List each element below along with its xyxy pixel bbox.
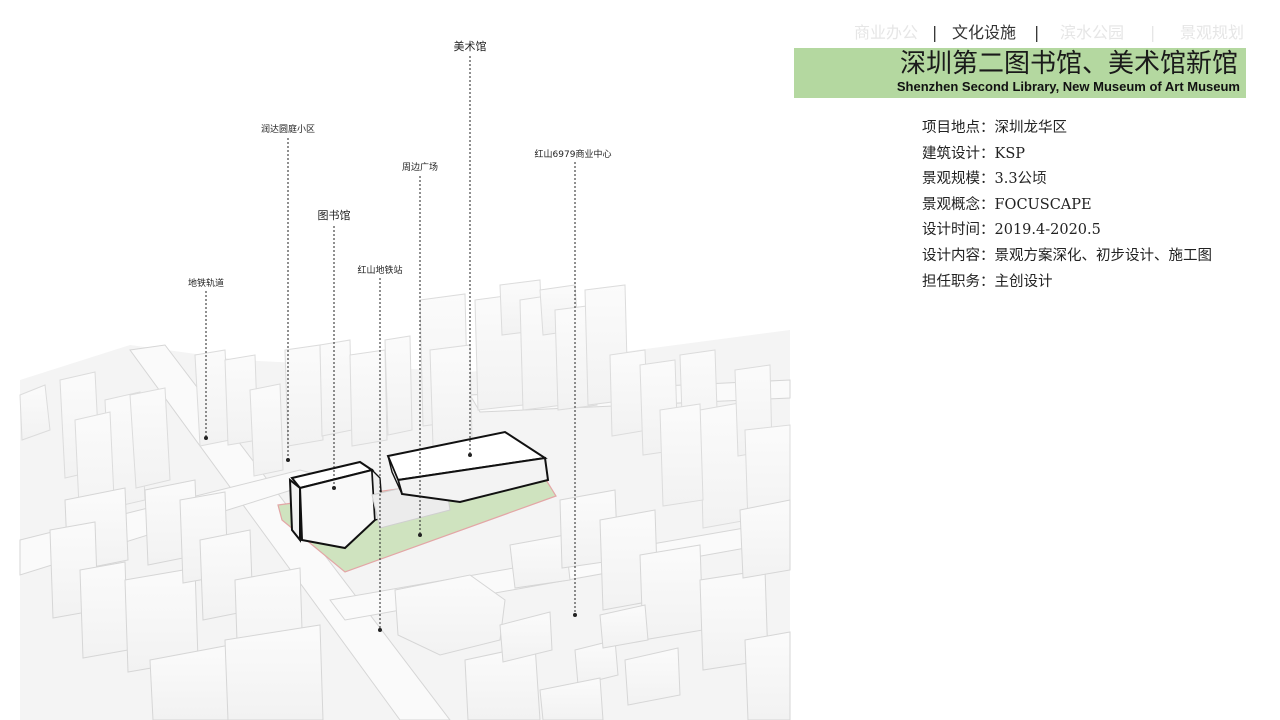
info-row-time: 设计时间：2019.4-2020.5 [922,222,1101,239]
info-row-concept: 景观概念：FOCUSCAPE [922,196,1092,213]
leader-dot [286,458,290,462]
info-row-scale: 景观规模：3.3公顷 [922,171,1047,188]
info-row-role: 担任职务：主创设计 [922,273,1053,290]
nav-separator: | [932,23,938,42]
project-title-cn: 深圳第二图书馆、美术馆新馆 [899,49,1238,79]
nav-item-waterfront-park[interactable]: 滨水公园 [1060,22,1124,44]
info-row-location: 项目地点：深圳龙华区 [922,120,1067,136]
leader-dot [573,613,577,617]
project-title-band: 深圳第二图书馆、美术馆新馆 Shenzhen Second Library, N… [794,48,1246,98]
nav-item-commercial-office[interactable]: 商业办公 [854,22,918,44]
leader-dot [378,628,382,632]
info-row-content: 设计内容：景观方案深化、初步设计、施工图 [922,247,1212,264]
callout-residential: 润达圆庭小区 [261,123,315,135]
callout-plaza: 周边广场 [402,161,438,173]
site-axonometric-model: 美术馆 润达圆庭小区 周边广场 红山6979商业中心 图书馆 红山地铁站 地铁轨… [19,39,791,720]
project-info: 项目地点：深圳龙华区 建筑设计：KSP 景观规模：3.3公顷 景观概念：FOCU… [922,116,1262,295]
callout-library: 图书馆 [318,208,351,222]
info-row-architect: 建筑设计：KSP [922,145,1026,162]
project-title-en: Shenzhen Second Library, New Museum of A… [896,79,1240,94]
leader-dot [332,486,336,490]
top-navigation: 商业办公 | 文化设施 | 滨水公园 | 景观规划 [850,22,1250,46]
leader-dot [204,436,208,440]
leader-dot [418,533,422,537]
nav-item-landscape-planning[interactable]: 景观规划 [1180,22,1244,44]
nav-separator: | [1150,23,1156,42]
nav-item-cultural-facilities[interactable]: 文化设施 [952,22,1016,44]
nav-separator: | [1034,23,1040,42]
callout-metro-track: 地铁轨道 [188,277,224,289]
callout-museum: 美术馆 [454,39,487,53]
leader-dot [468,453,472,457]
callout-metro-station: 红山地铁站 [357,264,402,276]
callout-commercial: 红山6979商业中心 [535,148,612,160]
